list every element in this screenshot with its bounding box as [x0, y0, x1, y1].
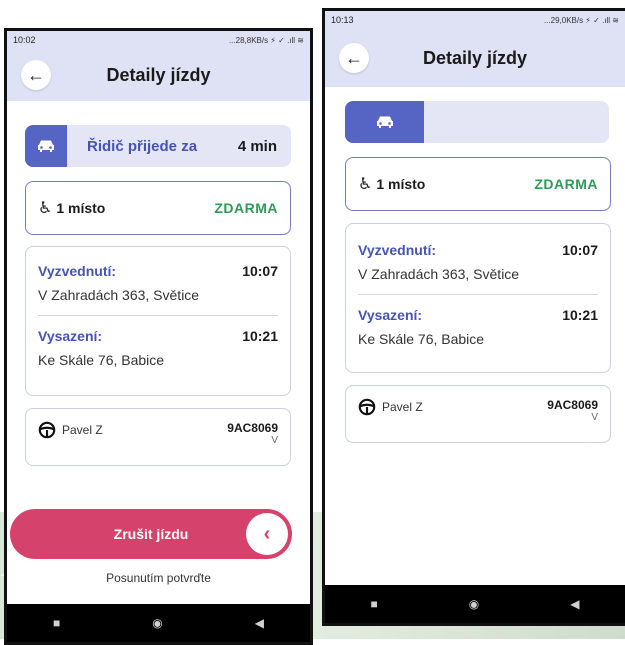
steering-wheel-icon: [358, 398, 376, 416]
vehicle-suffix: V: [271, 435, 278, 446]
vehicle-plate: 9AC8069: [547, 398, 598, 412]
slider-knob[interactable]: ‹: [246, 513, 288, 555]
status-indicators: ...29,0KB/s ⚡ ✓ .ıll ≋: [543, 15, 619, 25]
dropoff-label: Vysazení:: [358, 307, 423, 323]
back-button[interactable]: ←: [21, 60, 51, 90]
status-time: 10:13: [331, 15, 354, 25]
dropoff-address: Ke Skále 76, Babice: [358, 331, 485, 347]
home-button[interactable]: ◉: [152, 616, 162, 630]
arrow-left-icon: ←: [27, 64, 45, 85]
back-nav-button[interactable]: ◀: [570, 597, 579, 611]
eta-label: Řidič přijede za: [87, 137, 198, 155]
seat-count: 1 místo: [376, 176, 426, 192]
page-title: Detaily jízdy: [106, 64, 211, 85]
dropoff-time: 10:21: [562, 307, 598, 323]
accessible-seat-icon: ♿: [38, 200, 53, 217]
price-label: ZDARMA: [214, 200, 278, 216]
eta-progress-fill: [345, 101, 425, 143]
recents-button[interactable]: ■: [371, 597, 378, 611]
recents-button[interactable]: ■: [53, 616, 60, 630]
vehicle-suffix: V: [591, 412, 598, 423]
status-bar: 10:02 ...28,8KB/s ⚡ ✓ .ıll ≋: [7, 31, 310, 49]
pickup-label: Vyzvednutí:: [38, 263, 117, 279]
status-indicators: ...28,8KB/s ⚡ ✓ .ıll ≋: [228, 35, 304, 45]
arrow-left-icon: ←: [345, 47, 363, 68]
route-card: Vyzvednutí: 10:07 V Zahradách 363, Světi…: [25, 246, 291, 396]
pickup-address: V Zahradách 363, Světice: [358, 266, 520, 282]
pickup-label: Vyzvednutí:: [358, 242, 437, 258]
home-button[interactable]: ◉: [469, 597, 479, 611]
driver-name: Pavel Z: [62, 423, 103, 437]
cancel-ride-slider[interactable]: Zrušit jízdu ‹: [10, 509, 292, 559]
eta-value: 4 min: [237, 137, 277, 155]
divider: [38, 315, 278, 316]
phone-screen-1: 10:02 ...28,8KB/s ⚡ ✓ .ıll ≋ ← Detaily j…: [4, 28, 313, 645]
driver-card: Pavel Z 9AC8069 V: [345, 385, 611, 443]
seat-price-card: ♿ 1 místo ZDARMA: [25, 181, 291, 235]
route-card: Vyzvednutí: 10:07 V Zahradách 363, Světi…: [345, 223, 611, 373]
driver-card: Pavel Z 9AC8069 V: [25, 408, 291, 466]
app-header: ← Detaily jízdy: [325, 29, 625, 87]
chevron-left-icon: ‹: [263, 522, 271, 545]
status-bar: 10:13 ...29,0KB/s ⚡ ✓ .ıll ≋: [325, 11, 625, 29]
pickup-time: 10:07: [242, 263, 278, 279]
android-nav-bar: ■ ◉ ◀: [7, 604, 310, 642]
car-icon: [376, 116, 393, 128]
driver-name: Pavel Z: [382, 400, 423, 414]
back-nav-button[interactable]: ◀: [255, 616, 264, 630]
back-button[interactable]: ←: [339, 43, 369, 73]
price-label: ZDARMA: [534, 176, 598, 192]
car-icon: [38, 140, 54, 152]
app-header: ← Detaily jízdy: [7, 49, 310, 101]
eta-car-box: [25, 125, 67, 167]
android-nav-bar: ■ ◉ ◀: [325, 585, 625, 623]
phone-screen-2: 10:13 ...29,0KB/s ⚡ ✓ .ıll ≋ ← Detaily j…: [322, 8, 625, 626]
cancel-hint: Posunutím potvrďte: [106, 571, 211, 585]
pickup-address: V Zahradách 363, Světice: [38, 287, 200, 303]
accessible-seat-icon: ♿: [358, 176, 373, 193]
vehicle-plate: 9AC8069: [227, 421, 278, 435]
divider: [358, 294, 598, 295]
seat-price-card: ♿ 1 místo ZDARMA: [345, 157, 611, 211]
status-time: 10:02: [13, 35, 36, 45]
dropoff-time: 10:21: [242, 328, 278, 344]
page-title: Detaily jízdy: [422, 47, 528, 68]
eta-progress-bar: [345, 101, 609, 143]
steering-wheel-icon: [38, 421, 56, 439]
eta-bar: Řidič přijede za 4 min: [25, 125, 291, 167]
dropoff-label: Vysazení:: [38, 328, 103, 344]
seat-count: 1 místo: [56, 200, 106, 216]
dropoff-address: Ke Skále 76, Babice: [38, 352, 165, 368]
cancel-ride-label: Zrušit jízdu: [113, 526, 189, 542]
pickup-time: 10:07: [562, 242, 598, 258]
